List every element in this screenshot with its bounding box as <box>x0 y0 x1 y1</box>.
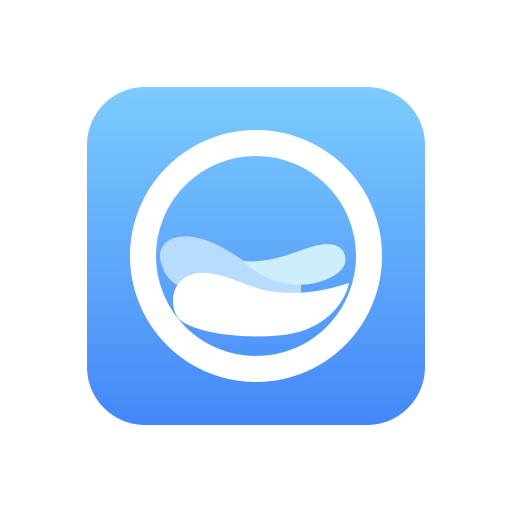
icon-canvas <box>0 0 512 512</box>
app-icon-graphic <box>87 87 425 425</box>
app-icon[interactable] <box>87 87 425 425</box>
